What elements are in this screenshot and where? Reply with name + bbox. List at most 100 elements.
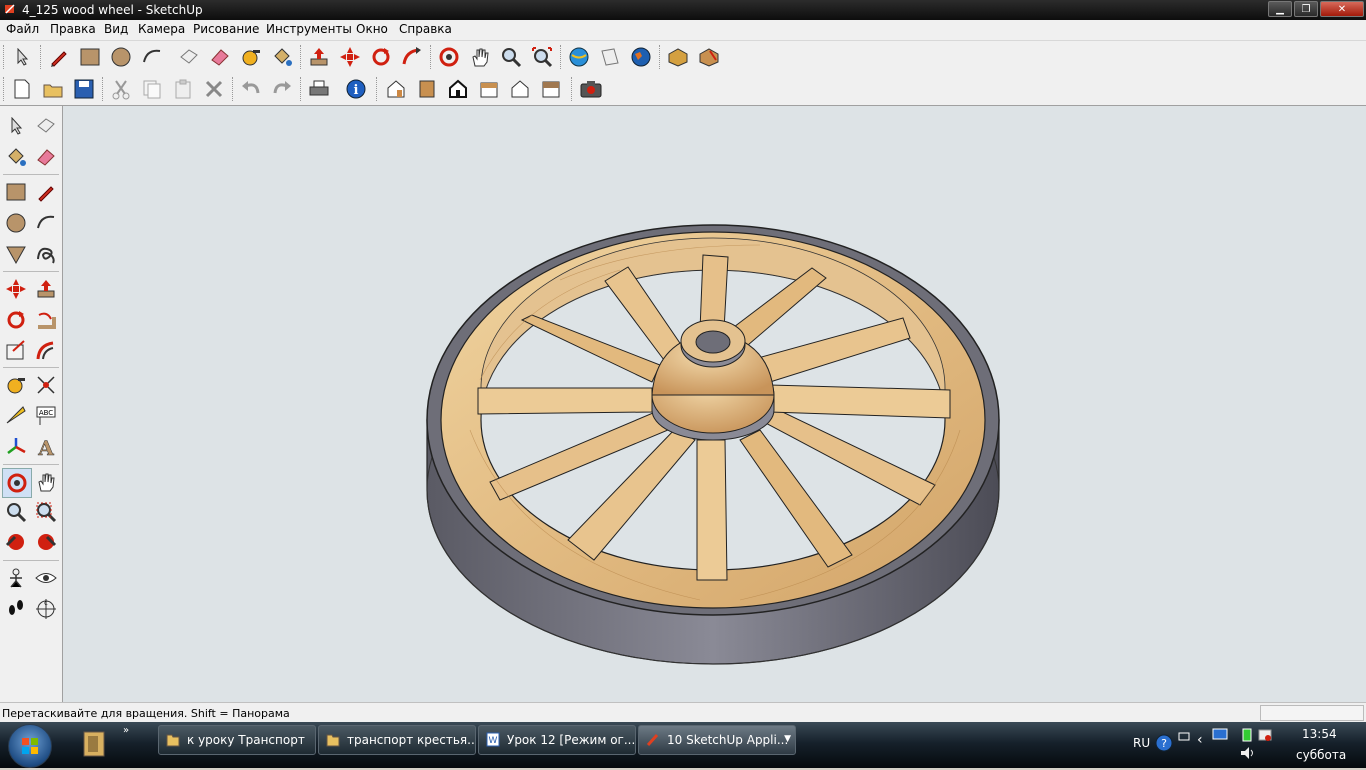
components-window-button[interactable] [665,44,691,70]
component-options-button[interactable] [696,44,722,70]
paste-button[interactable] [170,76,196,102]
measurements-box[interactable] [1260,705,1364,721]
freehand-tool-button[interactable] [32,240,60,268]
save-button[interactable] [71,76,97,102]
undo-button[interactable] [238,76,264,102]
close-button[interactable]: ✕ [1320,1,1364,17]
tape-measure-button[interactable] [2,371,30,399]
zoom-extents-button[interactable] [529,44,555,70]
menu-window[interactable]: Окно [356,22,388,36]
delete-button[interactable] [201,76,227,102]
tape-measure-button[interactable] [238,44,264,70]
task-button-3[interactable]: W Урок 12 [Режим ог... [478,725,636,755]
menu-draw[interactable]: Рисование [193,22,259,36]
line-tool-button[interactable] [32,178,60,206]
menu-tools[interactable]: Инструменты [266,22,352,36]
follow-me-button[interactable] [399,44,425,70]
select-tool-button[interactable] [9,44,35,70]
clock-day[interactable]: суббота [1296,748,1346,762]
pan-tool-button[interactable] [467,44,493,70]
select-tool-button[interactable] [2,112,30,140]
move-tool-button[interactable] [2,275,30,303]
eraser-tool-button[interactable] [32,143,60,171]
power-icon[interactable] [1240,728,1254,742]
axes-tool-button[interactable] [2,433,30,461]
rotate-tool-button[interactable] [368,44,394,70]
next-view-button[interactable] [32,528,60,556]
open-file-button[interactable] [40,76,66,102]
zoom-window-button[interactable] [32,498,60,526]
restore-button[interactable]: ❐ [1294,1,1318,17]
camera-position-button[interactable] [578,76,604,102]
menu-file[interactable]: Файл [6,22,39,36]
redo-button[interactable] [269,76,295,102]
front-view-button[interactable] [445,76,471,102]
safely-remove-icon[interactable] [1258,728,1272,742]
push-pull-button[interactable] [306,44,332,70]
quick-launch-shortcut-icon[interactable] [82,728,108,758]
offset-tool-button[interactable] [32,336,60,364]
circle-tool-button[interactable] [108,44,134,70]
paint-bucket-button[interactable] [2,143,30,171]
eraser-tool-button[interactable] [207,44,233,70]
tray-expand-chevron[interactable]: ‹ [1197,732,1203,748]
volume-icon[interactable] [1240,746,1256,760]
back-view-button[interactable] [507,76,533,102]
scale-tool-button[interactable] [2,336,30,364]
rotate-tool-button[interactable] [2,306,30,334]
follow-me-button[interactable] [32,306,60,334]
cut-button[interactable] [108,76,134,102]
get-models-button[interactable] [566,44,592,70]
line-tool-button[interactable] [46,44,72,70]
arc-tool-button[interactable] [139,44,165,70]
rectangle-tool-button[interactable] [77,44,103,70]
3d-text-button[interactable]: A [32,433,60,461]
orbit-tool-button[interactable] [436,44,462,70]
task-button-1[interactable]: к уроку Транспорт [158,725,316,755]
model-info-button[interactable]: i [343,76,369,102]
clock-time[interactable]: 13:54 [1302,727,1337,741]
position-camera-button[interactable] [2,564,30,592]
left-view-button[interactable] [538,76,564,102]
orbit-tool-button[interactable] [2,468,32,498]
arc-tool-button[interactable] [32,209,60,237]
language-indicator[interactable]: RU [1133,736,1150,750]
google-earth-button[interactable] [628,44,654,70]
zoom-tool-button[interactable] [498,44,524,70]
circle-tool-button[interactable] [2,209,30,237]
rectangle-tool-button[interactable] [2,178,30,206]
menu-view[interactable]: Вид [104,22,128,36]
print-button[interactable] [306,76,332,102]
start-button[interactable] [8,724,52,768]
menu-help[interactable]: Справка [399,22,452,36]
new-file-button[interactable] [9,76,35,102]
group-dropdown-arrow[interactable]: ▼ [784,734,791,744]
minimize-button[interactable]: ▁ [1268,1,1292,17]
task-button-2[interactable]: транспорт крестья... [318,725,476,755]
section-plane-button[interactable]: C [32,594,60,622]
text-tool-button[interactable]: ABC [32,402,60,430]
push-pull-button[interactable] [32,275,60,303]
wood-wheel-model[interactable] [63,106,1366,702]
previous-view-button[interactable] [2,528,30,556]
make-component-button[interactable] [32,112,60,140]
network-icon[interactable] [1178,732,1192,744]
look-around-button[interactable] [32,564,60,592]
quick-launch-chevron[interactable]: » [123,725,129,736]
move-tool-button[interactable] [337,44,363,70]
top-view-button[interactable] [414,76,440,102]
help-icon[interactable]: ? [1155,734,1173,752]
menu-camera[interactable]: Камера [138,22,185,36]
zoom-tool-button[interactable] [2,498,30,526]
model-viewport[interactable] [63,106,1366,702]
paint-bucket-button[interactable] [269,44,295,70]
polygon-tool-button[interactable] [2,240,30,268]
make-component-button[interactable] [176,44,202,70]
copy-button[interactable] [139,76,165,102]
right-view-button[interactable] [476,76,502,102]
walk-tool-button[interactable] [2,594,30,622]
menu-edit[interactable]: Правка [50,22,96,36]
pan-tool-button[interactable] [32,468,60,496]
monitor-icon[interactable] [1212,728,1228,742]
iso-view-button[interactable] [383,76,409,102]
